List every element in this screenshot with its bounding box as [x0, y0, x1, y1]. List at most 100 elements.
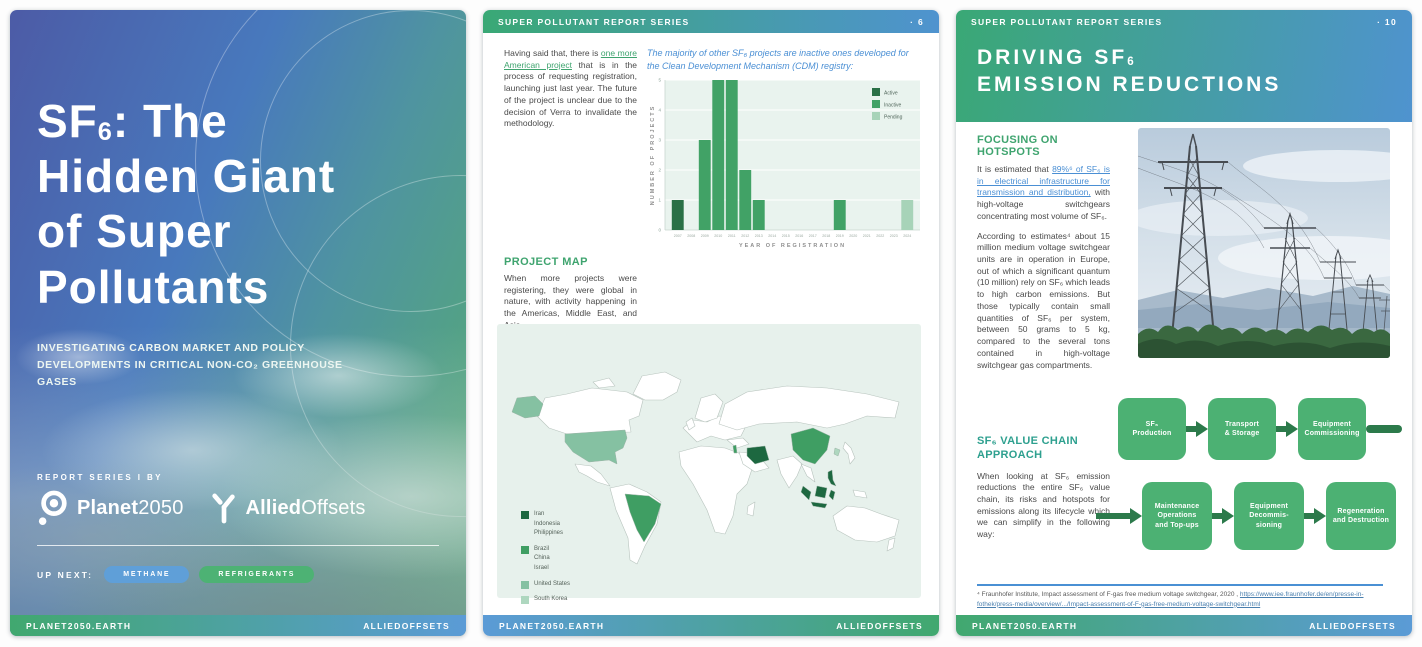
alliedoffsets-logo: AlliedOffsets [210, 491, 366, 525]
chart-bar-2024 [901, 200, 913, 230]
svg-text:2020: 2020 [849, 234, 857, 238]
svg-text:2013: 2013 [755, 234, 763, 238]
map-legend-labels: United States [534, 580, 570, 590]
map-legend-swatch [521, 546, 529, 554]
chart-bar-2011 [726, 80, 738, 230]
svg-text:5: 5 [658, 78, 661, 83]
map-legend-swatch [521, 596, 529, 604]
page10-title: DRIVING SF6 EMISSION REDUCTIONS [977, 44, 1281, 99]
svg-text:2015: 2015 [782, 234, 790, 238]
series-header-text: SUPER POLLUTANT REPORT SERIES [498, 17, 690, 27]
page-number: · 6 [910, 17, 924, 27]
country-indonesia [811, 502, 827, 508]
project-map-paragraph: When more projects were registering, the… [504, 273, 637, 332]
flow-arrow [1096, 508, 1142, 524]
chart-legend-swatch-inactive [872, 100, 880, 108]
svg-text:2018: 2018 [822, 234, 830, 238]
hotspots-paragraph-2: According to estimates⁴ about 15 million… [977, 231, 1110, 372]
footer-left-text: PLANET2050.EARTH [972, 621, 1077, 631]
value-chain-box-r2-2: Regenerationand Destruction [1326, 482, 1396, 550]
chart-bar-2019 [834, 200, 846, 230]
flow-arrow-icon [1096, 508, 1142, 524]
page-10: SUPER POLLUTANT REPORT SERIES · 10 DRIVI… [956, 10, 1412, 636]
svg-text:1: 1 [658, 198, 661, 203]
flow-continuation-bar [1366, 425, 1402, 433]
subscript: 6 [1127, 56, 1136, 68]
flow-arrow [1304, 508, 1326, 524]
svg-text:2011: 2011 [728, 234, 736, 238]
value-chain-heading: SF₆ VALUE CHAIN APPROACH [977, 434, 1117, 463]
flow-arrow-icon [1186, 421, 1208, 437]
svg-text:2022: 2022 [876, 234, 884, 238]
planet2050-logo: Planet2050 [37, 488, 184, 528]
page10-banner: SUPER POLLUTANT REPORT SERIES · 10 DRIVI… [956, 10, 1412, 122]
cdm-projects-bar-chart: 0123452007200820092010201120122013201420… [647, 74, 927, 252]
svg-text:YEAR OF REGISTRATION: YEAR OF REGISTRATION [739, 243, 846, 249]
subscript: 6 [98, 118, 113, 146]
chart-caption: The majority of other SF₆ projects are i… [647, 47, 919, 73]
svg-text:4: 4 [658, 108, 661, 113]
flow-arrow-icon [1276, 421, 1298, 437]
alliedoffsets-icon [210, 491, 238, 525]
flow-arrow-icon [1304, 508, 1326, 524]
page6-footer: PLANET2050.EARTH ALLIEDOFFSETS [483, 615, 939, 636]
page-number: · 10 [1377, 17, 1397, 27]
series-header-text: SUPER POLLUTANT REPORT SERIES [971, 17, 1163, 27]
svg-text:2023: 2023 [890, 234, 898, 238]
page-6: SUPER POLLUTANT REPORT SERIES · 6 Having… [483, 10, 939, 636]
report-spread: SF6: The Hidden Giant of Super Pollutant… [0, 0, 1422, 647]
page6-header: SUPER POLLUTANT REPORT SERIES · 6 [483, 10, 939, 33]
planet2050-icon [37, 488, 69, 528]
flow-arrow [1212, 508, 1234, 524]
svg-text:2019: 2019 [836, 234, 844, 238]
map-legend-swatch [521, 581, 529, 589]
value-chain-box-r2-1: EquipmentDecommis-sioning [1234, 482, 1304, 550]
svg-text:3: 3 [658, 138, 661, 143]
svg-text:2008: 2008 [687, 234, 695, 238]
value-chain-row-2: MaintenanceOperationsand Top-ups Equipmen… [1096, 482, 1396, 550]
svg-text:2007: 2007 [674, 234, 682, 238]
footer-right-text: ALLIEDOFFSETS [836, 621, 923, 631]
value-chain-row-1: SF₆ProductionTransport& StorageEquipment… [1118, 398, 1402, 460]
hotspots-column: FOCUSING ON HOTSPOTS It is estimated tha… [977, 134, 1110, 371]
country-united-states [565, 430, 627, 464]
svg-text:Inactive: Inactive [884, 103, 901, 109]
hotspots-paragraph-1: It is estimated that 89%⁶ of SF₆ is in e… [977, 164, 1110, 223]
chart-bar-2009 [699, 140, 711, 230]
flow-arrow [1276, 421, 1298, 437]
cover-footer: PLANET2050.EARTH ALLIEDOFFSETS [10, 615, 466, 636]
up-next-pill-methane[interactable]: METHANE [104, 566, 189, 583]
cover-title: SF6: The Hidden Giant of Super Pollutant… [37, 94, 335, 315]
svg-text:2021: 2021 [863, 234, 871, 238]
footer-right-text: ALLIEDOFFSETS [1309, 621, 1396, 631]
country-alaska [512, 396, 543, 418]
value-chain-box-r1-1: Transport& Storage [1208, 398, 1276, 460]
country-philippines [828, 470, 836, 486]
svg-text:2024: 2024 [903, 234, 911, 238]
country-south-korea [834, 448, 840, 456]
chart-bar-2013 [753, 200, 765, 230]
footnote-divider [977, 584, 1383, 586]
map-legend-item: IranIndonesiaPhilippines [521, 510, 570, 539]
svg-text:NUMBER OF PROJECTS: NUMBER OF PROJECTS [650, 105, 656, 205]
flow-arrow [1186, 421, 1208, 437]
country-china [791, 428, 830, 464]
value-chain-box-r2-0: MaintenanceOperationsand Top-ups [1142, 482, 1212, 550]
svg-text:2014: 2014 [768, 234, 776, 238]
country-indonesia [801, 486, 811, 500]
up-next-pills: METHANE REFRIGERANTS [104, 566, 314, 583]
chart-bar-2007 [672, 200, 684, 230]
map-legend-labels: IranIndonesiaPhilippines [534, 510, 563, 539]
report-series-by-label: REPORT SERIES I BY [37, 473, 163, 482]
world-map-panel: IranIndonesiaPhilippinesBrazilChinaIsrae… [497, 324, 921, 598]
page10-footer: PLANET2050.EARTH ALLIEDOFFSETS [956, 615, 1412, 636]
up-next-pill-refrigerants[interactable]: REFRIGERANTS [199, 566, 314, 583]
chart-bar-2012 [739, 170, 751, 230]
svg-text:2010: 2010 [714, 234, 722, 238]
value-chain-paragraph: When looking at SF₆ emission reductions … [977, 471, 1110, 541]
chart-legend-swatch-active [872, 88, 880, 96]
value-chain-diagram: SF₆ProductionTransport& StorageEquipment… [1118, 398, 1402, 554]
cover-page: SF6: The Hidden Giant of Super Pollutant… [10, 10, 466, 636]
flow-arrow-icon [1212, 508, 1234, 524]
svg-text:Pending: Pending [884, 115, 903, 121]
